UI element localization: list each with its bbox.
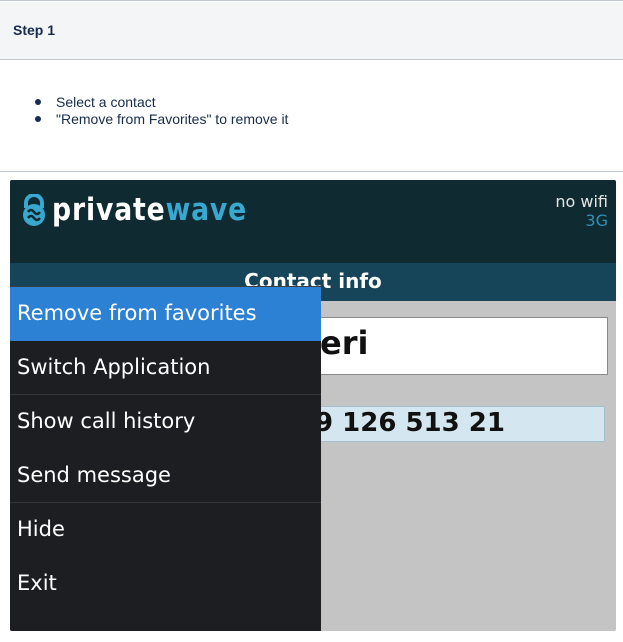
app-header: privatewave no wifi 3G	[10, 180, 616, 263]
phone-screenshot: privatewave no wifi 3G Contact info eri …	[10, 180, 616, 631]
menu-item-label: Show call history	[17, 409, 196, 433]
instruction-list: Select a contact "Remove from Favorites"…	[30, 94, 288, 128]
menu-item-label: Remove from favorites	[17, 301, 257, 325]
privatewave-logo-icon	[23, 194, 45, 226]
logo-wave: wave	[165, 192, 248, 228]
step-body: Select a contact "Remove from Favorites"…	[0, 60, 623, 172]
logo-private: private	[52, 192, 166, 228]
app-logo: privatewave	[52, 192, 247, 228]
menu-item-switch-application[interactable]: Switch Application	[10, 341, 321, 395]
contact-name-field: eri	[310, 317, 608, 375]
instruction-item: "Remove from Favorites" to remove it	[30, 111, 288, 128]
context-menu: Remove from favorites Switch Application…	[10, 286, 321, 631]
menu-item-label: Switch Application	[17, 355, 211, 379]
contact-phone-field[interactable]: 9 126 513 21	[310, 406, 605, 442]
menu-item-show-call-history[interactable]: Show call history	[10, 395, 321, 449]
contact-phone-number: 9 126 513 21	[315, 408, 505, 438]
step-title: Step 1	[13, 22, 56, 38]
cellular-status: 3G	[585, 211, 608, 230]
wifi-status: no wifi	[555, 192, 608, 211]
menu-item-label: Exit	[17, 571, 57, 595]
instruction-item: Select a contact	[30, 94, 288, 111]
menu-item-remove-from-favorites[interactable]: Remove from favorites	[10, 287, 321, 341]
network-status: no wifi 3G	[555, 192, 608, 230]
menu-item-label: Hide	[17, 517, 65, 541]
step-header: Step 1	[0, 2, 623, 60]
contact-name: eri	[320, 324, 369, 362]
menu-item-send-message[interactable]: Send message	[10, 449, 321, 503]
menu-item-exit[interactable]: Exit	[10, 557, 321, 611]
menu-item-hide[interactable]: Hide	[10, 503, 321, 557]
menu-item-label: Send message	[17, 463, 171, 487]
